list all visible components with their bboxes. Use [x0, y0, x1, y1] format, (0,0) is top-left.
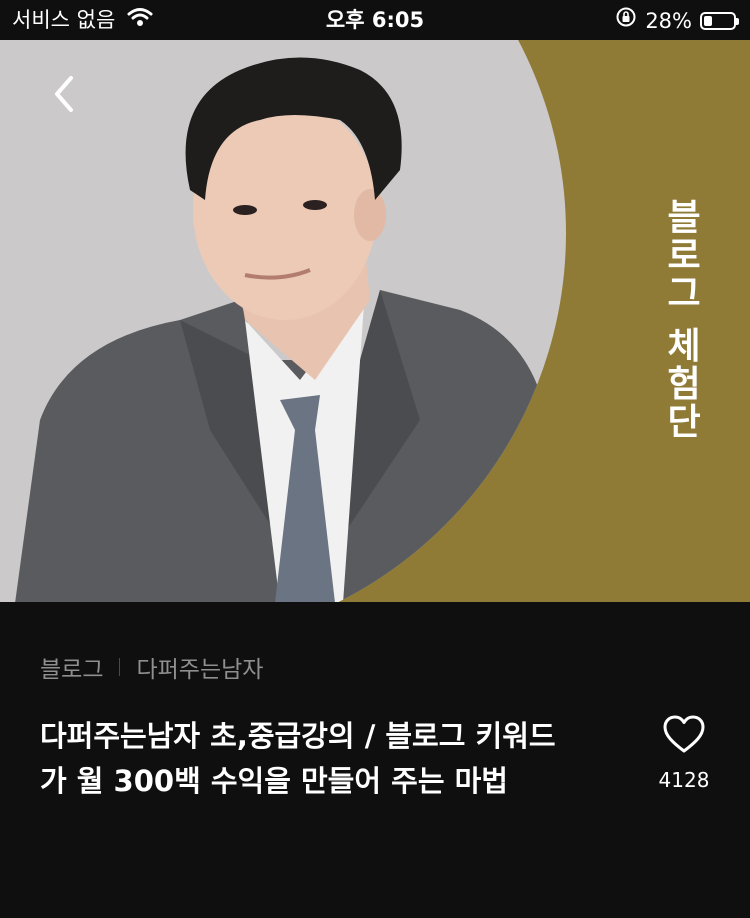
person-photo: [15, 57, 558, 602]
chevron-left-icon: [49, 74, 79, 118]
breadcrumb-creator[interactable]: 다퍼주는남자: [136, 650, 263, 684]
hero-portrait-circle: [0, 40, 566, 602]
product-info: 블로그 다퍼주는남자 다퍼주는남자 초,중급강의 / 블로그 키워드가 월 30…: [0, 602, 750, 918]
hero-banner: 블로그 체험단: [0, 40, 750, 602]
rotation-lock-icon: [615, 6, 637, 35]
like-button[interactable]: 4128: [650, 714, 718, 792]
breadcrumb-category[interactable]: 블로그: [40, 650, 103, 684]
heart-outline-icon: [662, 714, 706, 758]
status-bar: 서비스 없음 오후 6:05 28%: [0, 0, 750, 40]
like-count: 4128: [658, 768, 710, 792]
breadcrumb-divider: [119, 658, 121, 676]
battery-percent: 28%: [645, 8, 692, 33]
battery-icon: [700, 11, 739, 30]
hero-title: 블로그 체험단: [660, 198, 701, 441]
back-button[interactable]: [40, 72, 88, 120]
breadcrumb: 블로그 다퍼주는남자: [40, 650, 263, 684]
product-title: 다퍼주는남자 초,중급강의 / 블로그 키워드가 월 300백 수익을 만들어 …: [40, 719, 556, 798]
battery-level: [704, 15, 712, 26]
status-right: 28%: [615, 6, 739, 35]
